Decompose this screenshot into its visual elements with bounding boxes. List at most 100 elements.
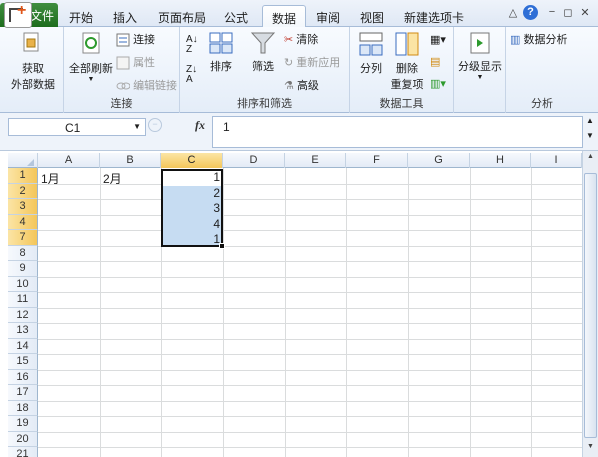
data-validation-button[interactable]: ▦▾ [430,33,446,46]
get-external-line1: 获取 [22,63,44,75]
outline-icon [470,32,490,54]
name-box[interactable]: C1 ▼ [8,118,146,136]
scroll-thumb[interactable] [584,173,597,438]
select-all-corner[interactable] [8,153,38,168]
data-analysis-button[interactable]: ▥ 数据分析 [510,31,567,47]
sort-icon [209,32,233,54]
scroll-down-icon[interactable]: ▼ [584,443,597,453]
column-header-I[interactable]: I [531,153,582,168]
row-header[interactable]: 7 [8,230,38,246]
group-sort-filter: A↓ Z Z↓ A 排序 筛选 ✂ 清除 ↻ 重新应用 ⚗ 高级 排序和筛选 [180,27,350,113]
tab-review[interactable]: 审阅 [308,5,348,27]
refresh-all-button[interactable]: 全部刷新 ▼ [68,31,114,83]
tab-page-layout[interactable]: 页面布局 [152,5,212,27]
row-header[interactable]: 13 [8,323,38,339]
sort-label: 排序 [210,61,232,73]
minimize-icon[interactable]: − [545,6,559,20]
restore-icon[interactable]: ◻ [561,6,575,20]
spreadsheet-grid[interactable]: A B C D E F G H I 1 2 3 4 7 8 9 10 11 12 13 14 15 16 1… [8,153,582,457]
what-if-button[interactable]: ▥▾ [430,77,446,90]
zoom-handle-icon[interactable]: − [148,118,162,132]
data-analysis-icon: ▥ [510,34,521,46]
column-header-B[interactable]: B [100,153,161,168]
vertical-scrollbar[interactable]: ▲ ▼ [582,151,598,457]
row-header[interactable]: 8 [8,245,38,261]
ribbon-collapse-icon[interactable]: △ [506,6,520,20]
cell-C3[interactable]: 3 [161,200,223,216]
advanced-filter-button[interactable]: ⚗ 高级 [284,77,319,93]
row-header[interactable]: 21 [8,447,38,457]
properties-button[interactable]: 属性 [116,54,155,70]
row-header[interactable]: 20 [8,431,38,447]
database-icon [23,32,39,52]
group-get-external: 获取 外部数据 [0,27,64,113]
column-header-E[interactable]: E [285,153,346,168]
cell-C4[interactable]: 4 [161,216,223,232]
edit-links-label: 编辑链接 [133,80,178,92]
clear-filter-button[interactable]: ✂ 清除 [284,31,318,47]
tab-data[interactable]: 数据 [262,5,306,27]
connections-button[interactable]: 连接 [116,31,155,47]
row-header[interactable]: 1 [8,168,38,184]
name-box-dropdown-icon[interactable]: ▼ [133,122,141,131]
row-gridline [38,307,582,309]
sort-za-button[interactable]: Z↓ A [186,65,197,85]
row-header[interactable]: 17 [8,385,38,401]
row-gridline [38,369,582,371]
ribbon: 获取 外部数据 全部刷新 ▼ 连接 属性 编辑链接 连接 A↓ Z Z↓ A 排序 [0,27,598,113]
scroll-up-icon[interactable]: ▲ [584,153,597,163]
filter-button[interactable]: 筛选 [248,31,278,74]
column-header-G[interactable]: G [408,153,470,168]
insert-function-button[interactable]: fx [195,118,205,133]
column-header-D[interactable]: D [223,153,285,168]
column-header-H[interactable]: H [470,153,531,168]
row-header[interactable]: 4 [8,214,38,230]
tab-view[interactable]: 视图 [352,5,392,27]
advanced-filter-label: 高级 [296,80,319,92]
outline-button[interactable]: 分级显示 ▼ [458,31,502,81]
get-external-data-button[interactable]: 获取 外部数据 [8,31,58,91]
filter-label: 筛选 [252,61,274,73]
row-header[interactable]: 19 [8,416,38,432]
row-header[interactable]: 3 [8,199,38,215]
close-icon[interactable]: ✕ [578,6,592,20]
refresh-icon [82,32,100,54]
remove-duplicates-button[interactable]: 删除 重复项 [390,31,424,92]
row-header[interactable]: 11 [8,292,38,308]
tab-formulas[interactable]: 公式 [216,5,256,27]
cell-C1[interactable]: 1 [161,169,223,185]
column-header-A[interactable]: A [38,153,100,168]
formula-input[interactable]: 1 [212,116,583,148]
row-header[interactable]: 18 [8,400,38,416]
tab-new[interactable]: 新建选项卡 [396,5,472,27]
formula-expand-icon[interactable]: ▲ ▼ [584,116,596,148]
row-gridline [38,323,582,324]
row-gridline [38,230,582,231]
row-header[interactable]: 10 [8,276,38,292]
reapply-button[interactable]: ↻ 重新应用 [284,54,340,70]
cell-C2[interactable]: 2 [161,185,223,201]
text-to-columns-button[interactable]: 分列 [356,31,386,76]
help-icon[interactable]: ? [523,5,538,20]
row-header[interactable]: 12 [8,307,38,323]
data-validation-icon: ▦▾ [430,34,446,46]
connections-label: 连接 [133,34,156,46]
column-header-F[interactable]: F [346,153,408,168]
row-header[interactable]: 15 [8,354,38,370]
consolidate-button[interactable]: ▤ [430,55,440,68]
row-header[interactable]: 9 [8,261,38,277]
row-header[interactable]: 16 [8,369,38,385]
cell-C5[interactable]: 1 [161,231,223,247]
row-header[interactable]: 14 [8,338,38,354]
tab-insert[interactable]: 插入 [104,5,146,27]
sort-button[interactable]: 排序 [206,31,236,74]
properties-label: 属性 [133,57,156,69]
row-header[interactable]: 2 [8,183,38,199]
column-header-C[interactable]: C [161,153,223,168]
cell-A1[interactable]: 1月 [38,169,100,186]
sort-az-button[interactable]: A↓ Z [186,35,198,55]
row-gridline [38,292,582,293]
edit-links-button[interactable]: 编辑链接 [116,77,177,93]
tab-home[interactable]: 开始 [61,5,101,27]
cell-B1[interactable]: 2月 [100,169,161,186]
